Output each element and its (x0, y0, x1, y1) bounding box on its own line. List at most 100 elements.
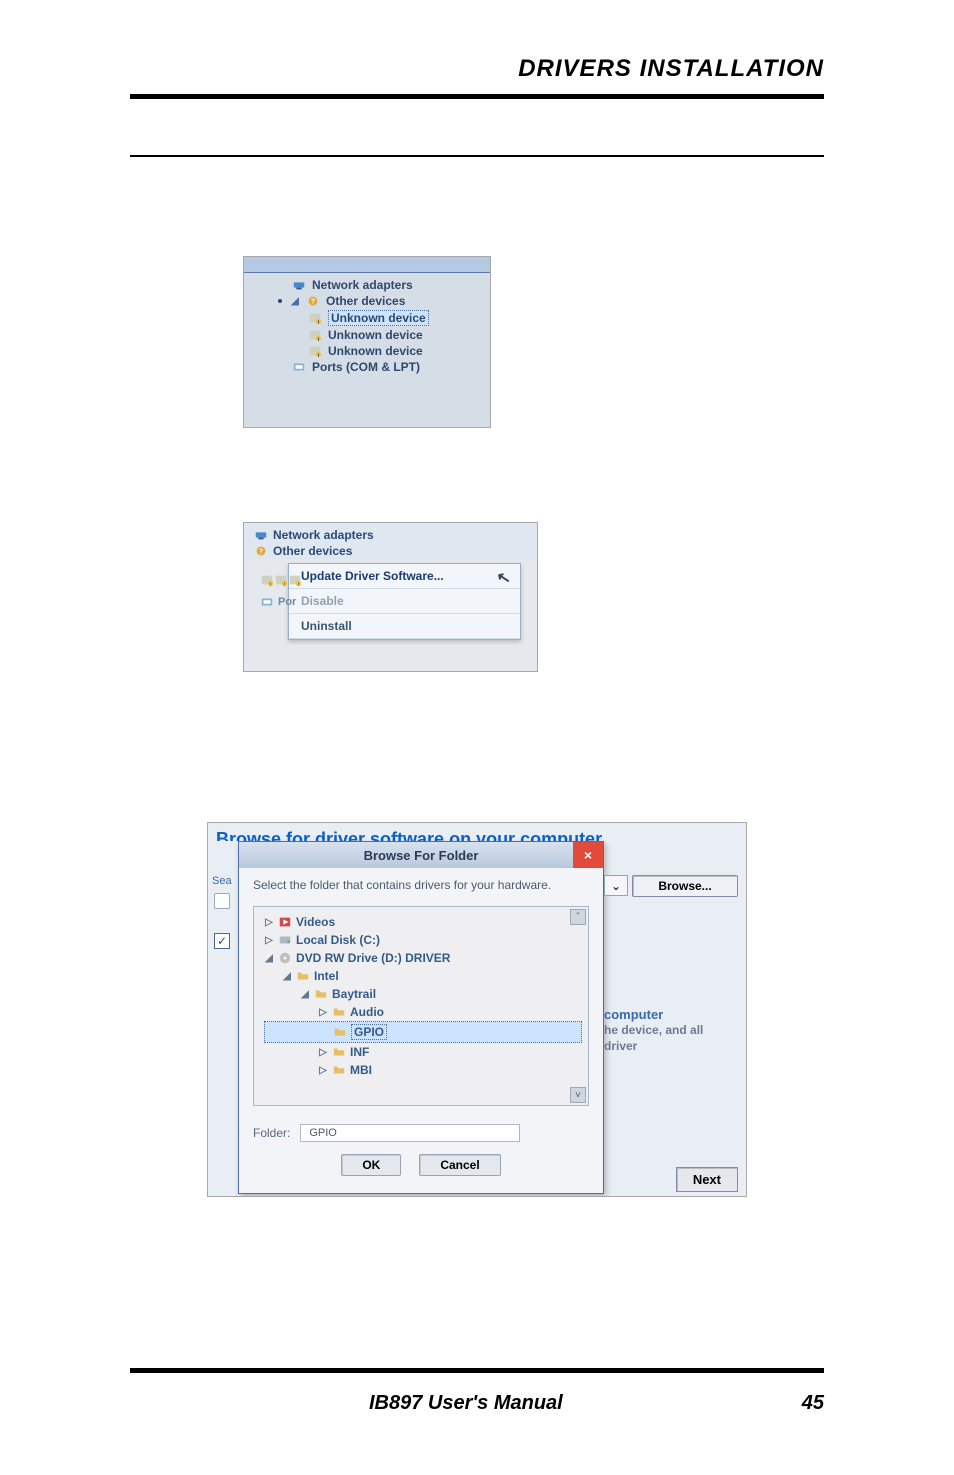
folder-icon (332, 1005, 346, 1019)
scroll-down-button[interactable]: ˅ (570, 1087, 586, 1103)
tree-item-label: Network adapters (312, 278, 413, 292)
tree-twist-icon: ▷ (264, 935, 274, 946)
folder-field-value[interactable]: GPIO (300, 1124, 520, 1142)
context-menu: Update Driver Software...↖DisableUninsta… (288, 563, 521, 640)
include-subfolders-checkbox[interactable]: ✓ (214, 933, 230, 949)
folder-tree[interactable]: ˆ ˅ ▷Videos▷Local Disk (C:) ◢ DVD RW Drive… (253, 906, 589, 1106)
scroll-up-button[interactable]: ˆ (570, 909, 586, 925)
uninstall-menu-item[interactable]: Uninstall (289, 614, 520, 639)
tree-twist-icon: ▷ (318, 1007, 328, 1018)
folder-tree-item[interactable]: GPIO (264, 1021, 582, 1043)
tree-item[interactable]: ? Other devices (254, 543, 529, 559)
tree-item[interactable]: Ports (COM & LPT) (254, 359, 484, 375)
expand-marker-icon (278, 299, 282, 303)
chevron-down-icon: ⌄ (611, 879, 621, 893)
unknown-device-stub-icon: ! (274, 573, 288, 587)
tree-item[interactable]: Network adapters (254, 277, 484, 293)
ports-truncated-label: Por (260, 595, 302, 609)
tree-item-label: Other devices (273, 544, 352, 558)
path-dropdown-arrow[interactable]: ⌄ (604, 875, 628, 896)
svg-text:!: ! (298, 581, 299, 586)
dvd-icon (278, 951, 292, 965)
folder-tree-item[interactable]: ▷INF (264, 1043, 582, 1061)
tree-item[interactable]: Network adapters (254, 527, 529, 543)
network-adapter-icon (254, 528, 268, 542)
tree-twist-icon: ◢ (300, 989, 310, 1000)
header-thick-rule (130, 94, 824, 99)
folder-tree-item[interactable]: ▷ Audio (264, 1003, 582, 1021)
folder-tree-item[interactable]: ◢ DVD RW Drive (D:) DRIVER (264, 949, 582, 967)
next-button[interactable]: Next (676, 1167, 738, 1192)
fragment-sea-label: Sea (208, 841, 238, 887)
tree-item-label: Network adapters (273, 528, 374, 542)
devicemgr-tree: Network adapters◢?Other devices !Unknown… (244, 273, 490, 428)
folder-tree-item-label: Baytrail (332, 987, 376, 1001)
folder-tree-item[interactable]: ▷ MBI (264, 1061, 582, 1079)
trunc-driver-text: he device, and all driver (604, 1023, 703, 1053)
update-driver-menu-item[interactable]: Update Driver Software...↖ (289, 564, 520, 589)
tree-item-label: Other devices (326, 294, 405, 308)
svg-text:!: ! (270, 581, 271, 586)
screenshot-device-manager: Network adapters◢?Other devices !Unknown… (243, 256, 491, 428)
browse-button[interactable]: Browse... (632, 875, 738, 897)
videos-icon (278, 915, 292, 929)
tree-item[interactable]: !Unknown device (254, 327, 484, 343)
close-icon: × (584, 847, 592, 863)
tree-item[interactable]: ! Unknown device (254, 309, 484, 327)
devicemgr-top-strip (244, 257, 490, 273)
page-header-title: DRIVERS INSTALLATION (518, 55, 824, 83)
ok-button[interactable]: OK (341, 1154, 401, 1176)
footer-page-number: 45 (802, 1392, 824, 1415)
unknown-device-icon: ! (260, 573, 274, 587)
disk-icon (278, 933, 292, 947)
dialog-title: Browse For Folder (364, 848, 479, 863)
tree-twist-icon: ◢ (282, 971, 292, 982)
tree-twist-icon: ◢ (290, 296, 300, 307)
folder-tree-item[interactable]: ▷Local Disk (C:) (264, 931, 582, 949)
cancel-button[interactable]: Cancel (419, 1154, 500, 1176)
folder-tree-item-label: GPIO (351, 1024, 387, 1040)
svg-text:?: ? (311, 299, 315, 306)
tree-twist-icon: ◢ (264, 953, 274, 964)
screenshot-context-menu: Network adapters? Other devices Update Dr… (243, 522, 538, 672)
folder-icon (332, 1063, 346, 1077)
folder-icon (296, 969, 310, 983)
wizard-right-fragment: ⌄ Browse... computer he device, and all … (596, 853, 746, 1196)
folder-tree-item[interactable]: ◢ Intel (264, 967, 582, 985)
folder-tree-item-label: INF (350, 1045, 369, 1059)
tree-item[interactable]: ◢? Other devices (254, 293, 484, 309)
tree-item[interactable]: !Unknown device (254, 343, 484, 359)
tree-twist-icon: ▷ (318, 1065, 328, 1076)
unknown-device-icon: ! (308, 328, 322, 342)
wizard-left-fragment: Sea ✓ (208, 841, 238, 1194)
folder-tree-item[interactable]: ▷Videos (264, 913, 582, 931)
tree-item-label: Ports (COM & LPT) (312, 360, 420, 374)
folder-tree-item-label: MBI (350, 1063, 372, 1077)
other-devices-icon: ? (306, 294, 320, 308)
unknown-device-icon: ! (274, 573, 288, 587)
unknown-device-stub-icon: ! (260, 573, 274, 587)
folder-tree-item-label: Intel (314, 969, 339, 983)
unknown-device-icon: ! (308, 311, 322, 325)
unknown-device-stub-icon: ! (288, 573, 302, 587)
trunc-computer-text: computer (604, 1007, 663, 1022)
footer-rule (130, 1368, 824, 1373)
browse-for-folder-dialog: Browse For Folder × Select the folder th… (238, 841, 604, 1194)
folder-tree-item[interactable]: ◢ Baytrail (264, 985, 582, 1003)
tree-twist-icon: ▷ (264, 917, 274, 928)
footer-manual-title: IB897 User's Manual (369, 1392, 563, 1415)
dialog-message: Select the folder that contains drivers … (239, 868, 603, 896)
disable-menu-item: Disable (289, 589, 520, 614)
screenshot-browse-folder: Browse for driver software on your compu… (207, 822, 747, 1197)
tree-item-label: Unknown device (328, 310, 429, 326)
svg-text:?: ? (259, 549, 263, 556)
folder-tree-item-label: DVD RW Drive (D:) DRIVER (296, 951, 450, 965)
folder-icon (332, 1045, 346, 1059)
folder-field-label: Folder: (253, 1126, 290, 1140)
folder-tree-item-label: Audio (350, 1005, 384, 1019)
header-thin-rule (130, 155, 824, 157)
dialog-title-bar: Browse For Folder × (239, 842, 603, 868)
cursor-icon: ↖ (495, 567, 512, 589)
devicemgr-tree-fragment: Network adapters? Other devices (244, 523, 537, 559)
unknown-device-icon: ! (308, 344, 322, 358)
